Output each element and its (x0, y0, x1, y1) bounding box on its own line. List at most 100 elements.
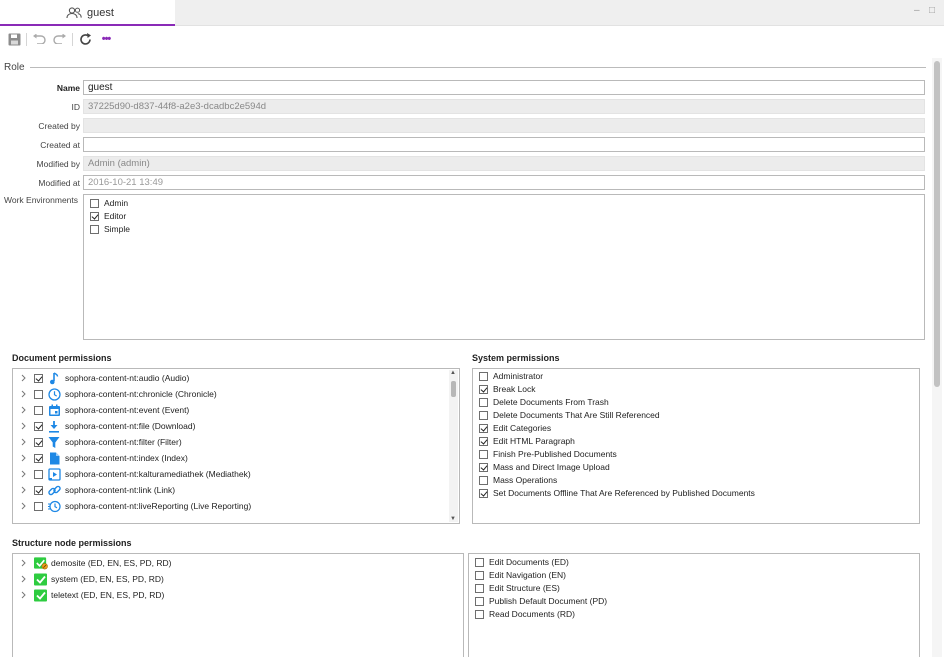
list-item[interactable]: sophora-content-nt:kalturamediathek (Med… (13, 466, 251, 482)
redo-icon (53, 34, 66, 44)
list-item[interactable]: Break Lock (479, 383, 536, 395)
work-env-editor[interactable]: Editor (90, 210, 126, 222)
modified-at-label: Modified at (38, 178, 80, 188)
refresh-button[interactable] (77, 31, 93, 47)
chevron-right-icon[interactable] (19, 559, 27, 567)
undo-button[interactable] (31, 31, 47, 47)
modified-by-field: Admin (admin) (83, 156, 925, 171)
list-item[interactable]: sophora-content-nt:event (Event) (13, 402, 189, 418)
checkbox[interactable] (479, 449, 488, 459)
chevron-right-icon[interactable] (19, 422, 27, 430)
name-label: Name (56, 83, 80, 93)
name-input[interactable]: guest (83, 80, 925, 95)
tab-guest[interactable]: guest (0, 0, 175, 26)
list-item[interactable]: Finish Pre-Published Documents (479, 448, 617, 460)
checkbox[interactable] (90, 198, 99, 208)
checkbox[interactable] (34, 405, 43, 415)
checkbox[interactable] (479, 475, 488, 485)
chevron-right-icon[interactable] (19, 374, 27, 382)
more-icon[interactable]: ••• (98, 31, 114, 47)
checkbox[interactable] (34, 389, 43, 399)
system-permissions-title: System permissions (472, 353, 560, 363)
save-button[interactable] (6, 31, 22, 47)
chevron-right-icon[interactable] (19, 406, 27, 414)
list-item[interactable]: sophora-content-nt:chronicle (Chronicle) (13, 386, 217, 402)
list-item[interactable]: demosite (ED, EN, ES, PD, RD) (13, 555, 171, 571)
chevron-right-icon[interactable] (19, 502, 27, 510)
id-label: ID (71, 102, 81, 112)
checkbox[interactable] (475, 557, 484, 567)
modified-at-field[interactable]: 2016-10-21 13:49 (83, 175, 925, 190)
main-scrollbar[interactable] (932, 58, 942, 657)
chevron-right-icon[interactable] (19, 591, 27, 599)
list-item[interactable]: Mass and Direct Image Upload (479, 461, 610, 473)
checkbox[interactable] (34, 501, 43, 511)
checkbox[interactable] (479, 488, 488, 498)
redo-button[interactable] (52, 31, 68, 47)
chevron-right-icon[interactable] (19, 470, 27, 478)
list-item[interactable]: sophora-content-nt:link (Link) (13, 482, 175, 498)
checkbox[interactable] (34, 421, 43, 431)
checkbox[interactable] (479, 436, 488, 446)
checkbox[interactable] (479, 410, 488, 420)
clock-icon (47, 387, 61, 401)
maximize-button[interactable]: □ (929, 5, 935, 16)
checkbox[interactable] (475, 609, 484, 619)
calendar-icon (47, 403, 61, 417)
list-item[interactable]: Edit Documents (ED) (475, 556, 569, 568)
scroll-up-icon[interactable]: ▲ (450, 370, 456, 376)
chevron-right-icon[interactable] (19, 390, 27, 398)
list-item[interactable]: Edit Categories (479, 422, 551, 434)
chevron-right-icon[interactable] (19, 486, 27, 494)
checkbox[interactable] (479, 371, 488, 381)
checkbox[interactable] (90, 211, 99, 221)
scroll-thumb[interactable] (934, 61, 940, 387)
list-item[interactable]: Edit HTML Paragraph (479, 435, 575, 447)
checkbox[interactable] (34, 373, 43, 383)
document-permissions-scrollbar[interactable]: ▲ ▼ (449, 370, 458, 522)
minimize-button[interactable]: – (914, 5, 920, 16)
list-item[interactable]: sophora-content-nt:index (Index) (13, 450, 188, 466)
download-icon (47, 419, 61, 433)
toolbar: ••• (0, 27, 944, 51)
work-env-simple[interactable]: Simple (90, 223, 130, 235)
list-item[interactable]: Edit Structure (ES) (475, 582, 560, 594)
checkbox[interactable] (34, 469, 43, 479)
list-item[interactable]: sophora-content-nt:file (Download) (13, 418, 195, 434)
list-item[interactable]: system (ED, EN, ES, PD, RD) (13, 571, 164, 587)
list-item[interactable]: sophora-content-nt:audio (Audio) (13, 370, 189, 386)
refresh-icon (79, 32, 91, 45)
list-item[interactable]: teletext (ED, EN, ES, PD, RD) (13, 587, 164, 603)
checkbox[interactable] (475, 596, 484, 606)
checkbox[interactable] (475, 570, 484, 580)
chevron-right-icon[interactable] (19, 454, 27, 462)
list-item[interactable]: Administrator (479, 370, 543, 382)
checkbox[interactable] (479, 423, 488, 433)
checkbox[interactable] (479, 462, 488, 472)
chevron-right-icon[interactable] (19, 575, 27, 583)
list-item[interactable]: sophora-content-nt:liveReporting (Live R… (13, 498, 251, 514)
list-item[interactable]: Delete Documents From Trash (479, 396, 609, 408)
list-item[interactable]: Set Documents Offline That Are Reference… (479, 487, 755, 499)
list-item[interactable]: Mass Operations (479, 474, 557, 486)
scroll-down-icon[interactable]: ▼ (450, 516, 456, 522)
checkbox[interactable] (34, 437, 43, 447)
checkbox[interactable] (34, 485, 43, 495)
list-item[interactable]: Read Documents (RD) (475, 608, 575, 620)
checkbox[interactable] (90, 224, 99, 234)
system-permissions-list: Administrator Break Lock Delete Document… (472, 368, 920, 524)
list-item[interactable]: sophora-content-nt:filter (Filter) (13, 434, 182, 450)
list-item[interactable]: Publish Default Document (PD) (475, 595, 607, 607)
music-note-icon (47, 371, 61, 385)
checkbox[interactable] (479, 397, 488, 407)
work-env-admin[interactable]: Admin (90, 197, 128, 209)
created-at-field[interactable] (83, 137, 925, 152)
list-item[interactable]: Delete Documents That Are Still Referenc… (479, 409, 660, 421)
list-item[interactable]: Edit Navigation (EN) (475, 569, 566, 581)
chevron-right-icon[interactable] (19, 438, 27, 446)
created-by-label: Created by (38, 121, 80, 131)
checkbox[interactable] (34, 453, 43, 463)
scroll-thumb[interactable] (451, 381, 456, 397)
checkbox[interactable] (479, 384, 488, 394)
checkbox[interactable] (475, 583, 484, 593)
